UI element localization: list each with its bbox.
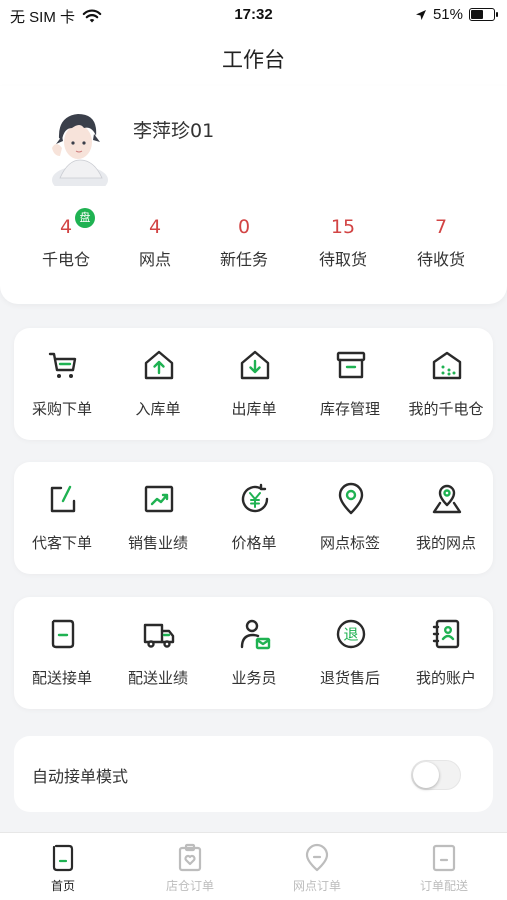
status-bar: 无 SIM 卡 17:32 51% <box>0 0 507 30</box>
menu-item-my-outlets[interactable]: 我的网点 <box>398 462 494 574</box>
person-mail-icon <box>240 619 271 650</box>
stat-value: 4 <box>148 216 162 238</box>
edit-icon <box>50 485 76 513</box>
menu-label: 入库单 <box>135 400 181 418</box>
location-icon <box>305 843 329 872</box>
menu-label: 我的账户 <box>415 669 476 687</box>
menu-item-salesperson[interactable]: 业务员 <box>206 597 302 709</box>
menu-label: 出库单 <box>231 400 277 418</box>
stat-label: 千电仓 <box>41 250 90 269</box>
menu-item-my-warehouse[interactable]: 我的千电仓 <box>398 328 494 440</box>
map-pin-icon <box>432 484 462 514</box>
menu-label: 代客下单 <box>31 534 92 552</box>
location-arrow-icon <box>415 9 426 20</box>
menu-item-my-account[interactable]: 我的账户 <box>398 597 494 709</box>
stats-row: 4 千电仓 盘 4 网点 0 新任务 15 待取货 7 待收货 <box>0 208 507 284</box>
clipboard-heart-icon <box>178 843 202 872</box>
menu-label: 库存管理 <box>319 400 380 418</box>
menu-label: 配送业绩 <box>127 669 188 687</box>
doc-icon <box>51 619 75 649</box>
pin-icon <box>338 482 364 515</box>
stat-pending-receipt[interactable]: 7 待收货 <box>396 214 486 270</box>
menu-item-inventory[interactable]: 库存管理 <box>302 328 398 440</box>
return-icon: 退 <box>336 619 366 649</box>
tab-bar: 首页 店仓订单 网点订单 订单配送 <box>0 832 507 900</box>
avatar[interactable] <box>46 108 108 186</box>
menu-label: 网点标签 <box>319 534 380 552</box>
stat-label: 网点 <box>138 250 171 269</box>
user-name: 李萍珍01 <box>133 120 215 142</box>
menu-label: 我的网点 <box>415 534 476 552</box>
tab-home[interactable]: 首页 <box>0 833 126 900</box>
menu-item-outbound[interactable]: 出库单 <box>206 328 302 440</box>
menu-item-outlet-tags[interactable]: 网点标签 <box>302 462 398 574</box>
svg-text:退: 退 <box>343 626 358 644</box>
house-in-icon <box>144 350 174 380</box>
box-icon <box>336 351 366 379</box>
battery-percent: 51% <box>432 6 463 23</box>
inventory-badge: 盘 <box>75 208 95 228</box>
menu-item-purchase-order[interactable]: 采购下单 <box>14 328 110 440</box>
menu-label: 退货售后 <box>319 669 380 687</box>
stat-value: 15 <box>330 216 356 238</box>
menu-label: 我的千电仓 <box>408 400 484 418</box>
tab-order-delivery[interactable]: 订单配送 <box>381 833 507 900</box>
menu-item-sales-performance[interactable]: 销售业绩 <box>110 462 206 574</box>
stat-label: 新任务 <box>219 250 268 269</box>
status-right: 51% <box>415 6 498 23</box>
stat-label: 待取货 <box>318 250 367 269</box>
tab-store-orders[interactable]: 店仓订单 <box>127 833 253 900</box>
stat-qiandiancang[interactable]: 4 千电仓 盘 <box>21 208 111 270</box>
page-title: 工作台 <box>222 48 285 72</box>
truck-icon <box>143 623 175 648</box>
menu-item-returns[interactable]: 退 退货售后 <box>302 597 398 709</box>
house-out-icon <box>240 350 270 380</box>
menu-item-delivery-performance[interactable]: 配送业绩 <box>110 597 206 709</box>
profile-card: 李萍珍01 4 千电仓 盘 4 网点 0 新任务 15 待取货 7 待收货 <box>0 86 507 304</box>
menu-card-delivery: 配送接单 配送业绩 业务员 退 退货售后 我的账户 <box>14 597 493 709</box>
menu-item-accept-delivery[interactable]: 配送接单 <box>14 597 110 709</box>
tab-label: 首页 <box>50 879 75 893</box>
menu-item-inbound[interactable]: 入库单 <box>110 328 206 440</box>
auto-accept-card: 自动接单模式 <box>14 736 493 812</box>
menu-label: 配送接单 <box>31 669 92 687</box>
stat-pending-pickup[interactable]: 15 待取货 <box>298 214 388 270</box>
menu-label: 采购下单 <box>31 400 92 418</box>
menu-item-agent-order[interactable]: 代客下单 <box>14 462 110 574</box>
battery-icon <box>469 8 498 21</box>
account-book-icon <box>432 619 460 649</box>
warehouse-icon <box>432 351 462 380</box>
menu-label: 销售业绩 <box>127 534 188 552</box>
auto-accept-toggle[interactable] <box>411 760 461 790</box>
stat-value: 7 <box>434 216 448 238</box>
stat-wangdian[interactable]: 4 网点 <box>110 214 200 270</box>
menu-item-price-list[interactable]: 价格单 <box>206 462 302 574</box>
tab-outlet-orders[interactable]: 网点订单 <box>254 833 380 900</box>
auto-accept-label: 自动接单模式 <box>32 767 129 786</box>
home-doc-icon <box>52 844 74 872</box>
document-icon <box>432 844 456 872</box>
stat-value: 0 <box>237 216 251 238</box>
cart-icon <box>48 352 77 378</box>
tab-label: 网点订单 <box>292 879 341 893</box>
stat-new-task[interactable]: 0 新任务 <box>199 214 289 270</box>
nav-bar: 工作台 <box>0 30 507 86</box>
menu-card-sales: 代客下单 销售业绩 价格单 网点标签 我的网点 <box>14 462 493 574</box>
chart-icon <box>144 485 174 513</box>
toggle-knob <box>413 762 439 788</box>
stat-value: 4 <box>59 216 73 238</box>
menu-label: 业务员 <box>231 669 277 687</box>
menu-card-warehouse: 采购下单 入库单 出库单 库存管理 我的千电仓 <box>14 328 493 440</box>
menu-label: 价格单 <box>231 534 277 552</box>
yen-icon <box>241 483 269 513</box>
tab-label: 订单配送 <box>419 879 468 893</box>
stat-label: 待收货 <box>416 250 465 269</box>
tab-label: 店仓订单 <box>165 879 214 893</box>
